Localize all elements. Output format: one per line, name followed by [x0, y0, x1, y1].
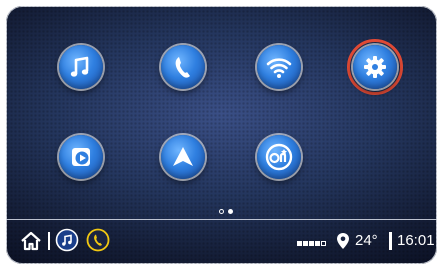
- location-pin-icon: [337, 233, 349, 249]
- settings-app-button[interactable]: [353, 45, 397, 89]
- status-separator: [48, 232, 50, 250]
- gear-icon: [364, 56, 386, 78]
- signal-strength-indicator: [297, 241, 326, 246]
- play-icon: [72, 148, 90, 166]
- onstar-app-button[interactable]: [257, 135, 301, 179]
- navigation-arrow-icon: [173, 147, 193, 166]
- outside-temperature: 24°: [355, 232, 378, 249]
- page-dot-1[interactable]: [219, 209, 224, 214]
- phone-icon: [175, 57, 190, 78]
- wifi-app-button[interactable]: [257, 45, 301, 89]
- phone-shortcut-button[interactable]: [86, 228, 110, 252]
- music-note-icon: [70, 56, 89, 77]
- phone-app-button[interactable]: [161, 45, 205, 89]
- clock: 16:01: [397, 232, 435, 249]
- onstar-icon: [265, 143, 293, 171]
- infotainment-display: 24° 16:01: [0, 0, 443, 270]
- navigation-app-button[interactable]: [161, 135, 205, 179]
- status-separator: [389, 232, 392, 250]
- music-shortcut-button[interactable]: [55, 228, 79, 252]
- wifi-icon: [266, 58, 292, 78]
- page-indicator: [219, 209, 233, 214]
- status-bar: 24° 16:01: [6, 220, 437, 264]
- music-app-button[interactable]: [59, 45, 103, 89]
- page-dot-2[interactable]: [228, 209, 233, 214]
- media-player-app-button[interactable]: [59, 135, 103, 179]
- home-icon[interactable]: [20, 230, 42, 252]
